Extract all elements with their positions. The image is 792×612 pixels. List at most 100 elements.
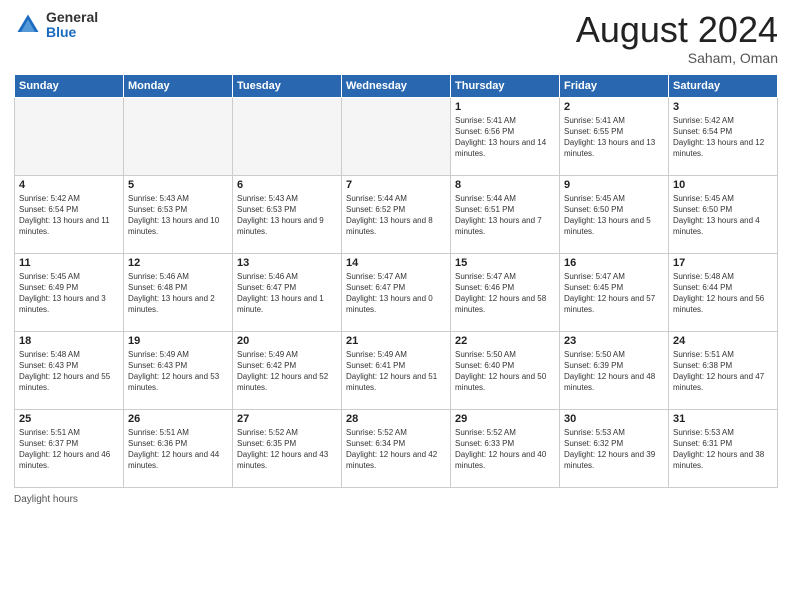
cell-info-text: Sunrise: 5:49 AM Sunset: 6:43 PM Dayligh…	[128, 349, 228, 394]
cell-day-number: 21	[346, 335, 446, 347]
calendar-cell: 5 Sunrise: 5:43 AM Sunset: 6:53 PM Daylig…	[124, 175, 233, 253]
cell-info-text: Sunrise: 5:45 AM Sunset: 6:50 PM Dayligh…	[564, 193, 664, 238]
calendar-cell: 28 Sunrise: 5:52 AM Sunset: 6:34 PM Dayli…	[342, 409, 451, 487]
cell-day-number: 9	[564, 179, 664, 191]
title-block: August 2024 Saham, Oman	[576, 10, 778, 66]
calendar-cell: 10Sunrise: 5:45 AM Sunset: 6:50 PM Dayli…	[669, 175, 778, 253]
calendar-cell: 15Sunrise: 5:47 AM Sunset: 6:46 PM Dayli…	[451, 253, 560, 331]
cell-day-number: 24	[673, 335, 773, 347]
calendar-cell: 29 Sunrise: 5:52 AM Sunset: 6:33 PM Dayli…	[451, 409, 560, 487]
calendar-cell: 11Sunrise: 5:45 AM Sunset: 6:49 PM Dayli…	[15, 253, 124, 331]
logo-general: General	[46, 10, 98, 25]
cell-info-text: Sunrise: 5:53 AM Sunset: 6:32 PM Dayligh…	[564, 427, 664, 472]
cell-info-text: Sunrise: 5:51 AM Sunset: 6:37 PM Dayligh…	[19, 427, 119, 472]
cell-info-text: Sunrise: 5:44 AM Sunset: 6:51 PM Dayligh…	[455, 193, 555, 238]
calendar-cell: 23Sunrise: 5:50 AM Sunset: 6:39 PM Dayli…	[560, 331, 669, 409]
cell-info-text: Sunrise: 5:43 AM Sunset: 6:53 PM Dayligh…	[237, 193, 337, 238]
logo-icon	[14, 11, 42, 39]
weekday-header: Friday	[560, 74, 669, 97]
cell-info-text: Sunrise: 5:42 AM Sunset: 6:54 PM Dayligh…	[673, 115, 773, 160]
footer: Daylight hours	[14, 494, 778, 505]
cell-day-number: 22	[455, 335, 555, 347]
cell-info-text: Sunrise: 5:52 AM Sunset: 6:35 PM Dayligh…	[237, 427, 337, 472]
calendar-cell: 9 Sunrise: 5:45 AM Sunset: 6:50 PM Daylig…	[560, 175, 669, 253]
calendar-cell: 1 Sunrise: 5:41 AM Sunset: 6:56 PM Daylig…	[451, 97, 560, 175]
cell-info-text: Sunrise: 5:46 AM Sunset: 6:47 PM Dayligh…	[237, 271, 337, 316]
cell-info-text: Sunrise: 5:45 AM Sunset: 6:50 PM Dayligh…	[673, 193, 773, 238]
calendar-cell: 7Sunrise: 5:44 AM Sunset: 6:52 PM Daylig…	[342, 175, 451, 253]
cell-info-text: Sunrise: 5:48 AM Sunset: 6:44 PM Dayligh…	[673, 271, 773, 316]
cell-info-text: Sunrise: 5:43 AM Sunset: 6:53 PM Dayligh…	[128, 193, 228, 238]
calendar-cell: 30 Sunrise: 5:53 AM Sunset: 6:32 PM Dayli…	[560, 409, 669, 487]
calendar-cell: 6 Sunrise: 5:43 AM Sunset: 6:53 PM Daylig…	[233, 175, 342, 253]
calendar-cell: 18 Sunrise: 5:48 AM Sunset: 6:43 PM Dayli…	[15, 331, 124, 409]
cell-day-number: 18	[19, 335, 119, 347]
calendar-cell: 12 Sunrise: 5:46 AM Sunset: 6:48 PM Dayli…	[124, 253, 233, 331]
calendar-cell: 3Sunrise: 5:42 AM Sunset: 6:54 PM Daylig…	[669, 97, 778, 175]
cell-info-text: Sunrise: 5:51 AM Sunset: 6:38 PM Dayligh…	[673, 349, 773, 394]
calendar-cell: 4Sunrise: 5:42 AM Sunset: 6:54 PM Daylig…	[15, 175, 124, 253]
calendar-cell: 13 Sunrise: 5:46 AM Sunset: 6:47 PM Dayli…	[233, 253, 342, 331]
cell-day-number: 17	[673, 257, 773, 269]
cell-info-text: Sunrise: 5:50 AM Sunset: 6:40 PM Dayligh…	[455, 349, 555, 394]
calendar-cell: 19Sunrise: 5:49 AM Sunset: 6:43 PM Dayli…	[124, 331, 233, 409]
cell-day-number: 8	[455, 179, 555, 191]
cell-info-text: Sunrise: 5:41 AM Sunset: 6:56 PM Dayligh…	[455, 115, 555, 160]
calendar: SundayMondayTuesdayWednesdayThursdayFrid…	[14, 74, 778, 488]
cell-day-number: 23	[564, 335, 664, 347]
calendar-week-row: 18 Sunrise: 5:48 AM Sunset: 6:43 PM Dayli…	[15, 331, 778, 409]
weekday-header: Thursday	[451, 74, 560, 97]
calendar-cell: 20Sunrise: 5:49 AM Sunset: 6:42 PM Dayli…	[233, 331, 342, 409]
cell-day-number: 4	[19, 179, 119, 191]
calendar-cell: 27 Sunrise: 5:52 AM Sunset: 6:35 PM Dayli…	[233, 409, 342, 487]
calendar-cell: 24 Sunrise: 5:51 AM Sunset: 6:38 PM Dayli…	[669, 331, 778, 409]
calendar-cell: 31Sunrise: 5:53 AM Sunset: 6:31 PM Dayli…	[669, 409, 778, 487]
calendar-cell: 22 Sunrise: 5:50 AM Sunset: 6:40 PM Dayli…	[451, 331, 560, 409]
cell-day-number: 27	[237, 413, 337, 425]
cell-day-number: 1	[455, 101, 555, 113]
calendar-cell: 25 Sunrise: 5:51 AM Sunset: 6:37 PM Dayli…	[15, 409, 124, 487]
calendar-cell: 21Sunrise: 5:49 AM Sunset: 6:41 PM Dayli…	[342, 331, 451, 409]
cell-day-number: 29	[455, 413, 555, 425]
calendar-cell: 26 Sunrise: 5:51 AM Sunset: 6:36 PM Dayli…	[124, 409, 233, 487]
logo-blue: Blue	[46, 25, 98, 40]
calendar-cell	[342, 97, 451, 175]
cell-day-number: 6	[237, 179, 337, 191]
cell-day-number: 14	[346, 257, 446, 269]
calendar-cell	[233, 97, 342, 175]
weekday-header: Saturday	[669, 74, 778, 97]
cell-info-text: Sunrise: 5:51 AM Sunset: 6:36 PM Dayligh…	[128, 427, 228, 472]
calendar-week-row: 1 Sunrise: 5:41 AM Sunset: 6:56 PM Daylig…	[15, 97, 778, 175]
cell-info-text: Sunrise: 5:53 AM Sunset: 6:31 PM Dayligh…	[673, 427, 773, 472]
calendar-cell: 17 Sunrise: 5:48 AM Sunset: 6:44 PM Dayli…	[669, 253, 778, 331]
weekday-header-row: SundayMondayTuesdayWednesdayThursdayFrid…	[15, 74, 778, 97]
calendar-cell: 16 Sunrise: 5:47 AM Sunset: 6:45 PM Dayli…	[560, 253, 669, 331]
weekday-header: Wednesday	[342, 74, 451, 97]
cell-info-text: Sunrise: 5:41 AM Sunset: 6:55 PM Dayligh…	[564, 115, 664, 160]
cell-day-number: 30	[564, 413, 664, 425]
cell-day-number: 12	[128, 257, 228, 269]
cell-day-number: 13	[237, 257, 337, 269]
cell-info-text: Sunrise: 5:46 AM Sunset: 6:48 PM Dayligh…	[128, 271, 228, 316]
title-location: Saham, Oman	[576, 50, 778, 66]
calendar-cell	[124, 97, 233, 175]
weekday-header: Monday	[124, 74, 233, 97]
cell-day-number: 7	[346, 179, 446, 191]
logo-text: General Blue	[46, 10, 98, 41]
cell-day-number: 5	[128, 179, 228, 191]
cell-info-text: Sunrise: 5:52 AM Sunset: 6:33 PM Dayligh…	[455, 427, 555, 472]
cell-info-text: Sunrise: 5:52 AM Sunset: 6:34 PM Dayligh…	[346, 427, 446, 472]
cell-info-text: Sunrise: 5:47 AM Sunset: 6:47 PM Dayligh…	[346, 271, 446, 316]
cell-info-text: Sunrise: 5:47 AM Sunset: 6:45 PM Dayligh…	[564, 271, 664, 316]
logo: General Blue	[14, 10, 98, 41]
weekday-header: Tuesday	[233, 74, 342, 97]
cell-day-number: 28	[346, 413, 446, 425]
daylight-label: Daylight hours	[14, 494, 78, 505]
cell-info-text: Sunrise: 5:48 AM Sunset: 6:43 PM Dayligh…	[19, 349, 119, 394]
weekday-header: Sunday	[15, 74, 124, 97]
calendar-cell: 2Sunrise: 5:41 AM Sunset: 6:55 PM Daylig…	[560, 97, 669, 175]
calendar-cell: 14 Sunrise: 5:47 AM Sunset: 6:47 PM Dayli…	[342, 253, 451, 331]
cell-day-number: 16	[564, 257, 664, 269]
cell-day-number: 26	[128, 413, 228, 425]
cell-day-number: 25	[19, 413, 119, 425]
